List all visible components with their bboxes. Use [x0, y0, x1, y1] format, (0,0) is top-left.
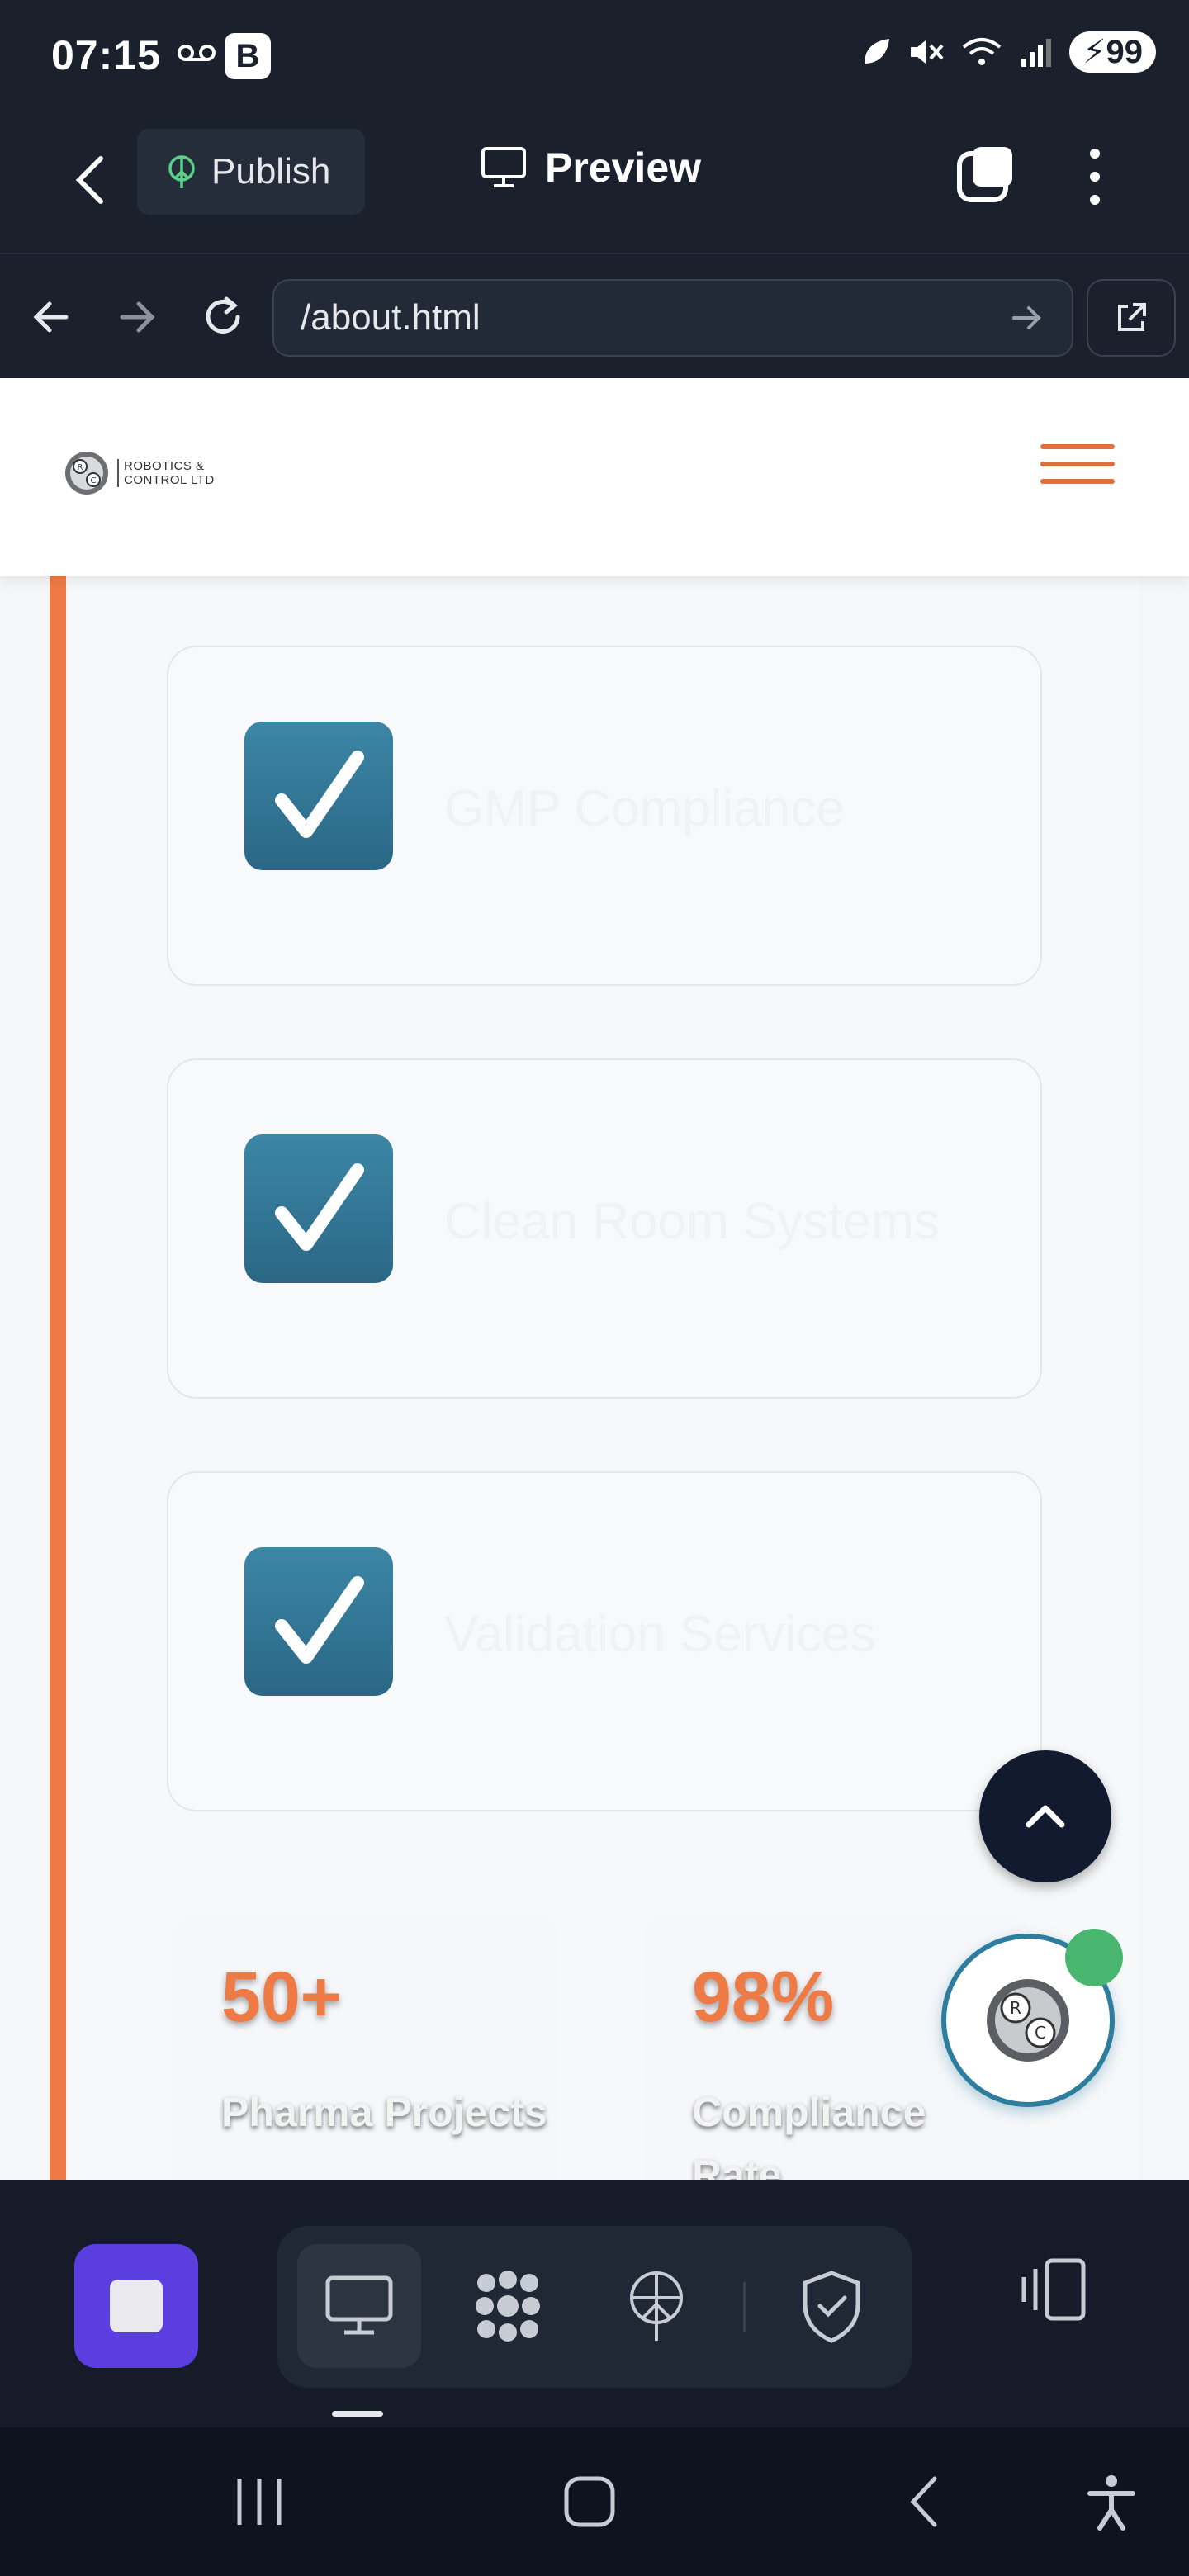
apps-button[interactable]: [446, 2244, 570, 2368]
web-content: RC ROBOTICS & CONTROL LTD GMP Compliance…: [0, 378, 1189, 2180]
checkmark-icon: [244, 1134, 393, 1283]
svg-text:R: R: [1010, 1998, 1021, 2018]
more-vertical-icon[interactable]: [1078, 144, 1111, 210]
site-header: RC ROBOTICS & CONTROL LTD: [0, 378, 1189, 576]
preview-title: Preview: [481, 144, 701, 192]
mute-icon: [911, 40, 944, 64]
monitor-icon: [481, 147, 526, 187]
home-icon: [564, 2476, 615, 2527]
feature-card: GMP Compliance: [167, 646, 1042, 986]
preview-label: Preview: [545, 144, 702, 191]
app-toolbar: Publish Preview: [0, 114, 1189, 254]
rc-logo-icon: RC: [987, 1979, 1069, 2062]
editor-bottom-bar: [0, 2180, 1189, 2427]
chevron-up-icon: [1026, 1805, 1065, 1828]
url-input[interactable]: /about.html: [272, 279, 1073, 357]
svg-text:C: C: [1035, 2023, 1046, 2043]
stat-value: 98%: [692, 1958, 835, 2037]
security-button[interactable]: [770, 2244, 893, 2368]
drag-handle[interactable]: [332, 2411, 383, 2417]
stat-label: Compliance Rate: [692, 2089, 926, 2180]
apps-icon: [476, 2271, 540, 2342]
publish-tool-button[interactable]: [594, 2244, 718, 2368]
recent-apps-icon: [237, 2479, 282, 2525]
hamburger-menu-icon[interactable]: [1040, 444, 1115, 494]
view-tool-group: [277, 2226, 912, 2388]
system-back-icon: [910, 2476, 937, 2527]
stat-label: Pharma Projects: [221, 2089, 547, 2135]
open-external-button[interactable]: [1087, 279, 1176, 357]
b-badge-icon: B: [225, 33, 271, 79]
feature-title: Validation Services: [444, 1606, 876, 1663]
clock: 07:15: [51, 32, 161, 78]
logo-text: ROBOTICS & CONTROL LTD: [117, 459, 215, 487]
url-bar: /about.html: [0, 254, 1189, 378]
accessibility-icon: [1087, 2475, 1135, 2531]
go-arrow-icon: [1012, 306, 1041, 329]
scroll-to-top-button[interactable]: [979, 1750, 1111, 1882]
url-text: /about.html: [301, 297, 481, 338]
wifi-icon: [963, 38, 1002, 65]
publish-icon: [168, 155, 195, 188]
side-panel-icon: [1021, 2258, 1086, 2321]
shield-check-icon: [803, 2271, 860, 2343]
feature-card: Validation Services: [167, 1471, 1042, 1811]
status-bar: 07:15 B ⚡99: [0, 0, 1189, 114]
desktop-view-button[interactable]: [297, 2244, 421, 2368]
site-logo[interactable]: RC ROBOTICS & CONTROL LTD: [63, 449, 215, 497]
svg-text:C: C: [91, 476, 97, 485]
nav-back-icon[interactable]: [25, 291, 78, 343]
feature-title: Clean Room Systems: [444, 1193, 940, 1250]
publish-icon: [630, 2271, 683, 2341]
divider: [743, 2282, 746, 2332]
checkmark-icon: [244, 722, 393, 870]
stat-card: 50+ Pharma Projects: [172, 1915, 560, 2180]
system-nav-bar: [0, 2427, 1189, 2576]
reload-icon[interactable]: [197, 291, 249, 343]
leaf-icon: [865, 39, 890, 64]
stop-icon: [110, 2280, 163, 2332]
stop-button[interactable]: [74, 2244, 198, 2368]
panel-toggle-button[interactable]: [1016, 2252, 1090, 2331]
desktop-icon: [325, 2275, 393, 2335]
rc-logo-icon: RC: [65, 452, 108, 495]
tabs-icon[interactable]: [956, 144, 1016, 203]
nav-forward-icon[interactable]: [111, 291, 163, 343]
voicemail-icon: [177, 36, 216, 73]
battery-indicator: ⚡99: [1069, 31, 1156, 73]
external-link-icon: [1118, 303, 1146, 331]
signal-icon: [1021, 39, 1052, 67]
publish-button[interactable]: Publish: [137, 129, 365, 215]
back-icon[interactable]: [68, 147, 117, 213]
stat-value: 50+: [221, 1958, 342, 2037]
pharma-section: GMP Compliance Clean Room Systems Valida…: [50, 576, 1139, 2180]
status-icons: ⚡99: [860, 31, 1156, 73]
svg-text:R: R: [78, 463, 83, 472]
online-status-dot: [1065, 1929, 1123, 1986]
feature-card: Clean Room Systems: [167, 1058, 1042, 1399]
publish-label: Publish: [211, 151, 331, 192]
feature-title: GMP Compliance: [444, 780, 845, 837]
checkmark-icon: [244, 1547, 393, 1696]
